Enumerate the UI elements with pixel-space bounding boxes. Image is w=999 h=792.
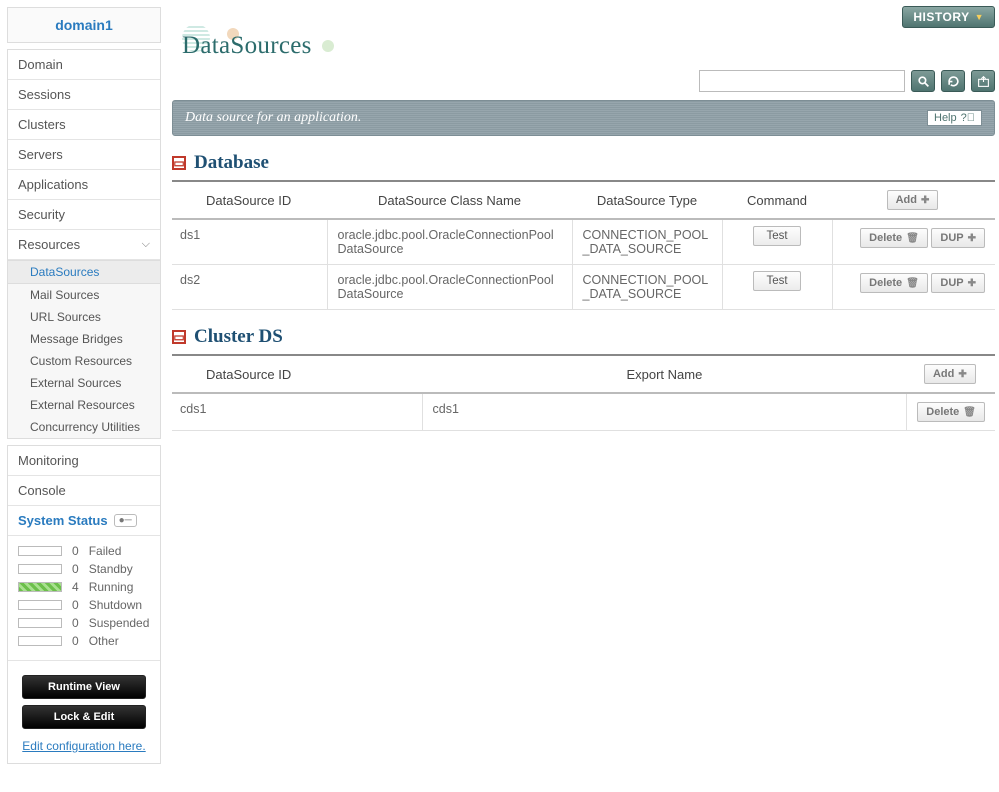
refresh-icon[interactable] (941, 70, 965, 92)
db-row0-class: oracle.jdbc.pool.OracleConnectionPoolDat… (327, 219, 572, 265)
history-button[interactable]: HISTORY ▼ (902, 6, 995, 28)
system-status-label: System Status (18, 513, 108, 528)
domain-link[interactable]: domain1 (55, 17, 113, 33)
collapse-icon[interactable]: ▭ (172, 330, 186, 344)
nav-monitoring[interactable]: Monitoring (8, 446, 160, 476)
page-title: DataSources (172, 32, 312, 60)
main-content: HISTORY ▼ DataSources Data source for a (168, 0, 999, 771)
delete-icon: 🗑 (906, 233, 919, 244)
sidebar: domain1 Domain Sessions Clusters Servers… (0, 0, 168, 771)
cluster-section-title: Cluster DS (194, 326, 283, 348)
status-toggle-icon[interactable]: ●─ (114, 514, 137, 527)
cluster-table: DataSource ID Export Name Add ✚ cds1 cds… (172, 354, 995, 431)
cl-row0-export: cds1 (422, 393, 907, 431)
duplicate-button[interactable]: DUP✚ (931, 228, 985, 248)
status-running: 4Running (18, 578, 150, 596)
system-status-header: System Status ●─ (8, 506, 160, 536)
delete-icon: 🗑 (906, 278, 919, 289)
status-suspended: 0Suspended (18, 614, 150, 632)
cl-header-id: DataSource ID (172, 355, 422, 393)
status-shutdown: 0Shutdown (18, 596, 150, 614)
status-list: 0Failed 0Standby 4Running 0Shutdown 0Sus… (8, 536, 160, 660)
chevron-down-icon: ⌵ (142, 238, 150, 251)
title-decoration: DataSources (172, 26, 342, 66)
status-standby: 0Standby (18, 560, 150, 578)
nav-security[interactable]: Security (8, 200, 160, 230)
db-header-id: DataSource ID (172, 181, 327, 219)
domain-header: domain1 (7, 7, 161, 43)
plus-icon: ✚ (968, 233, 976, 244)
delete-icon: 🗑 (963, 407, 976, 418)
help-icon: ?⃞ (961, 112, 975, 124)
subnav-externalresources[interactable]: External Resources (8, 394, 160, 416)
db-header-command: Command (722, 181, 832, 219)
search-input[interactable] (699, 70, 905, 92)
subnav-urlsources[interactable]: URL Sources (8, 306, 160, 328)
lock-edit-button[interactable]: Lock & Edit (22, 705, 146, 729)
subnav-messagebridges[interactable]: Message Bridges (8, 328, 160, 350)
database-section-title: Database (194, 152, 269, 174)
status-failed: 0Failed (18, 542, 150, 560)
nav-servers[interactable]: Servers (8, 140, 160, 170)
nav-sessions[interactable]: Sessions (8, 80, 160, 110)
search-icon[interactable] (911, 70, 935, 92)
table-row[interactable]: ds1 oracle.jdbc.pool.OracleConnectionPoo… (172, 219, 995, 265)
db-row0-id: ds1 (172, 219, 327, 265)
cl-row0-id: cds1 (172, 393, 422, 431)
nav-applications[interactable]: Applications (8, 170, 160, 200)
nav-resources-label: Resources (18, 237, 80, 252)
nav-console[interactable]: Console (8, 476, 160, 506)
cl-header-export: Export Name (422, 355, 907, 393)
nav-domain[interactable]: Domain (8, 50, 160, 80)
db-header-actions: Add ✚ (832, 181, 995, 219)
db-header-class: DataSource Class Name (327, 181, 572, 219)
help-button[interactable]: Help ?⃞ (927, 110, 982, 126)
nav-secondary: Monitoring Console System Status ●─ 0Fai… (7, 445, 161, 764)
plus-icon: ✚ (958, 369, 966, 380)
delete-button[interactable]: Delete🗑 (860, 273, 928, 293)
history-label: HISTORY (913, 10, 969, 24)
table-row[interactable]: cds1 cds1 Delete🗑 (172, 393, 995, 431)
status-other: 0Other (18, 632, 150, 650)
plus-icon: ✚ (921, 195, 929, 206)
table-row[interactable]: ds2 oracle.jdbc.pool.OracleConnectionPoo… (172, 265, 995, 310)
subnav-concurrency[interactable]: Concurrency Utilities (8, 416, 160, 438)
test-button[interactable]: Test (753, 226, 800, 246)
export-xml-icon[interactable] (971, 70, 995, 92)
subnav-customresources[interactable]: Custom Resources (8, 350, 160, 372)
db-row1-class: oracle.jdbc.pool.OracleConnectionPoolDat… (327, 265, 572, 310)
add-clusterds-button[interactable]: Add ✚ (924, 364, 976, 384)
subnav-externalsources[interactable]: External Sources (8, 372, 160, 394)
resources-submenu: DataSources Mail Sources URL Sources Mes… (8, 260, 160, 438)
nav-clusters[interactable]: Clusters (8, 110, 160, 140)
plus-icon: ✚ (968, 278, 976, 289)
edit-config-link[interactable]: Edit configuration here. (8, 735, 160, 763)
db-header-type: DataSource Type (572, 181, 722, 219)
db-row1-type: CONNECTION_POOL_DATA_SOURCE (572, 265, 722, 310)
subnav-datasources[interactable]: DataSources (8, 260, 160, 284)
collapse-icon[interactable]: ▭ (172, 156, 186, 170)
add-datasource-button[interactable]: Add ✚ (887, 190, 939, 210)
nav-main: Domain Sessions Clusters Servers Applica… (7, 49, 161, 439)
info-banner: Data source for an application. Help ?⃞ (172, 100, 995, 136)
delete-button[interactable]: Delete🗑 (860, 228, 928, 248)
database-table: DataSource ID DataSource Class Name Data… (172, 180, 995, 310)
db-row0-type: CONNECTION_POOL_DATA_SOURCE (572, 219, 722, 265)
db-row1-id: ds2 (172, 265, 327, 310)
runtime-view-button[interactable]: Runtime View (22, 675, 146, 699)
test-button[interactable]: Test (753, 271, 800, 291)
nav-resources[interactable]: Resources ⌵ (8, 230, 160, 260)
duplicate-button[interactable]: DUP✚ (931, 273, 985, 293)
banner-text: Data source for an application. (185, 110, 361, 126)
chevron-down-icon: ▼ (975, 12, 984, 22)
cl-header-actions: Add ✚ (907, 355, 995, 393)
subnav-mailsources[interactable]: Mail Sources (8, 284, 160, 306)
delete-button[interactable]: Delete🗑 (917, 402, 985, 422)
